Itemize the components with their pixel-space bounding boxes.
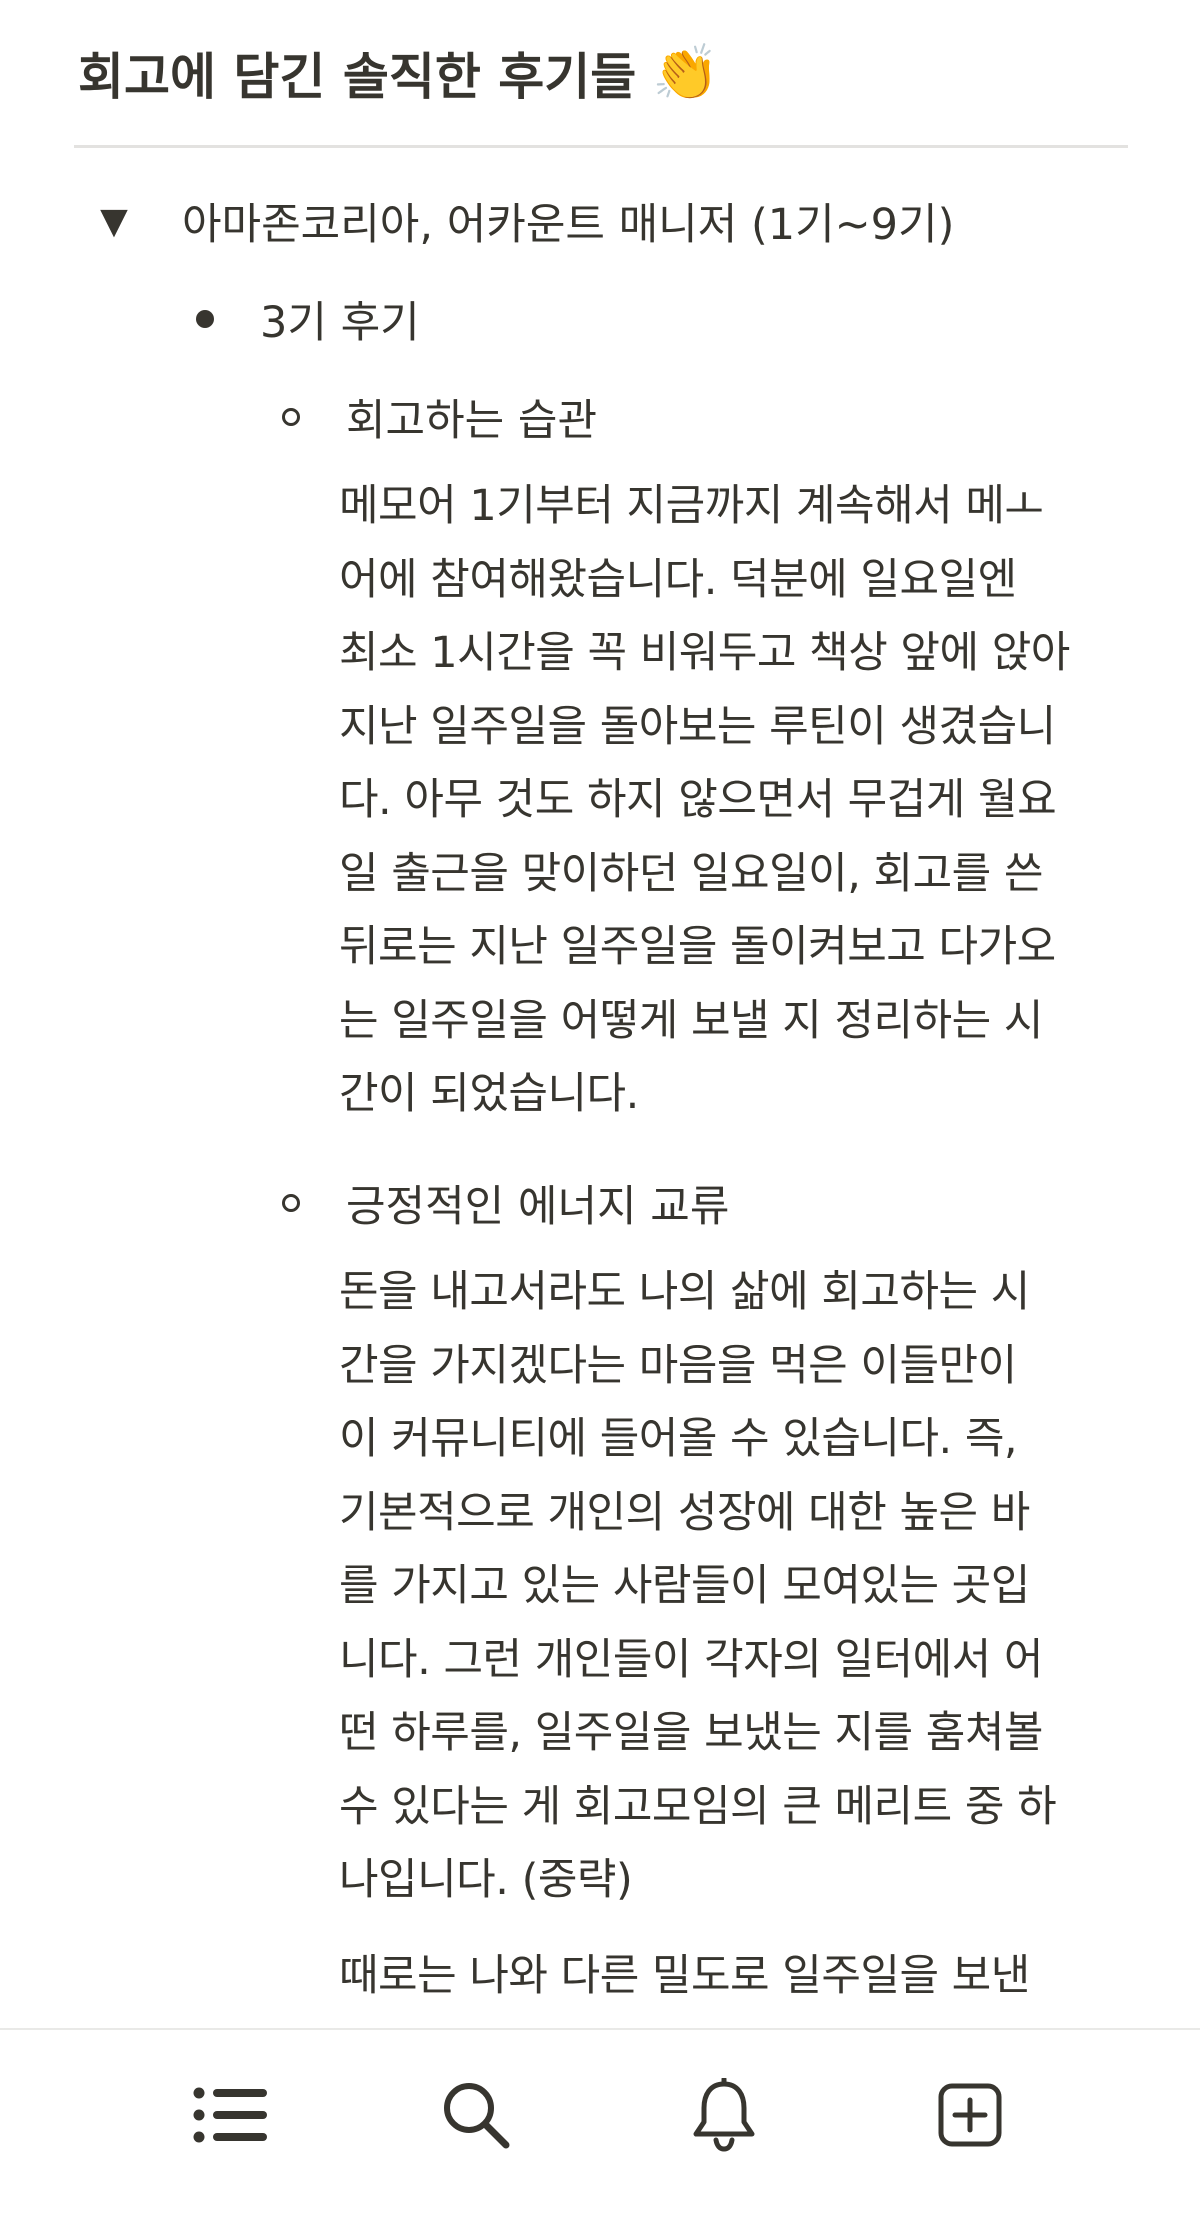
section-heading: 회고에 담긴 솔직한 후기들 👏 [78,28,719,118]
paragraph-line: 기본적으로 개인의 성장에 대한 높은 바 [339,1487,1030,1538]
toggle-label: 아마존코리아, 어카운트 매니저 (1기~9기) [182,200,955,250]
toggle-block[interactable]: ▼ 아마존코리아, 어카운트 매니저 (1기~9기) [96,188,954,254]
paragraph-line: 뒤로는 지난 일주일을 돌이켜보고 다가오 [339,922,1056,972]
paragraph-line: 다. 아무 것도 하지 않으면서 무겁게 월요 [339,775,1057,825]
paragraph-line: 일 출근을 맞이하던 일요일이, 회고를 쓴 [339,848,1043,899]
paragraph-line: 지난 일주일을 돌아보는 루틴이 생겼습니 [339,701,1056,752]
bottom-navigation-bar [0,2028,1200,2216]
paragraph-line: 나입니다. (중략) [339,1855,633,1905]
list-button[interactable] [181,2070,281,2160]
new-page-icon [938,2083,1002,2147]
bullet-disc-icon [196,310,214,328]
bullet-label: 3기 후기 [260,298,420,348]
sub-bullet-item: 회고하는 습관 [278,384,1138,450]
sub-bullet-label: 회고하는 습관 [346,396,598,446]
search-button[interactable] [426,2070,526,2160]
heading-text: 회고에 담긴 솔직한 후기들 [78,48,637,106]
bullet-circle-icon [282,408,300,426]
list-icon [193,2087,267,2143]
paragraph-line: 간이 되었습니다. [339,1069,639,1119]
bullet-item: 3기 후기 [190,286,420,352]
paragraph-line: 수 있다는 게 회고모임의 큰 메리트 중 하 [339,1781,1057,1832]
paragraph-line: 를 가지고 있는 사람들이 모여있는 곳입 [339,1561,1030,1611]
bell-icon [693,2078,755,2152]
paragraph-line: 니다. 그런 개인들이 각자의 일터에서 어 [339,1634,1043,1685]
paragraph: 메모어 1기부터 지금까지 계속해서 메ㅗ 어에 참여해왔습니다. 덕분에 일요… [339,470,1119,1132]
new-page-button[interactable] [920,2070,1020,2160]
sub-bullet-label: 긍정적인 에너지 교류 [346,1182,730,1232]
search-icon [444,2083,510,2149]
sub-bullet-section-1: 회고하는 습관 메모어 1기부터 지금까지 계속해서 메ㅗ 어에 참여해왔습니다… [278,384,1138,1132]
paragraph-line: 떤 하루를, 일주일을 보냈는 지를 훔쳐볼 [339,1708,1043,1758]
paragraph-line: 어에 참여해왔습니다. 덕분에 일요일엔 [339,554,1017,605]
sub-bullet-section-2: 긍정적인 에너지 교류 돈을 내고서라도 나의 삶에 회고하는 시 간을 가지겠… [278,1170,1138,2013]
sub-bullet-item: 긍정적인 에너지 교류 [278,1170,1138,1236]
bullet-circle-icon [282,1194,300,1212]
page-content[interactable]: 회고에 담긴 솔직한 후기들 👏 ▼ 아마존코리아, 어카운트 매니저 (1기~… [0,0,1200,2028]
paragraph-line: 때로는 나와 다른 밀도로 일주일을 보낸 [339,1950,1030,2001]
paragraph-line: 이 커뮤니티에 들어올 수 있습니다. 즉, [339,1414,1018,1464]
paragraph-line: 메모어 1기부터 지금까지 계속해서 메ㅗ [339,481,1044,531]
paragraph-line: 간을 가지겠다는 마음을 먹은 이들만이 [339,1340,1017,1391]
clapping-hands-emoji: 👏 [652,41,720,104]
paragraph: 돈을 내고서라도 나의 삶에 회고하는 시 간을 가지겠다는 마음을 먹은 이들… [339,1256,1119,1918]
paragraph-line: 돈을 내고서라도 나의 삶에 회고하는 시 [339,1267,1030,1317]
notifications-button[interactable] [674,2070,774,2160]
heading-divider [74,145,1128,148]
paragraph: 때로는 나와 다른 밀도로 일주일을 보낸 [339,1940,1119,2014]
notion-page: 회고에 담긴 솔직한 후기들 👏 ▼ 아마존코리아, 어카운트 매니저 (1기~… [0,0,1200,2216]
paragraph-line: 최소 1시간을 꼭 비워두고 책상 앞에 앉아 [339,628,1070,678]
toggle-triangle-icon[interactable]: ▼ [96,201,132,242]
paragraph-line: 는 일주일을 어떻게 보낼 지 정리하는 시 [339,995,1043,1046]
